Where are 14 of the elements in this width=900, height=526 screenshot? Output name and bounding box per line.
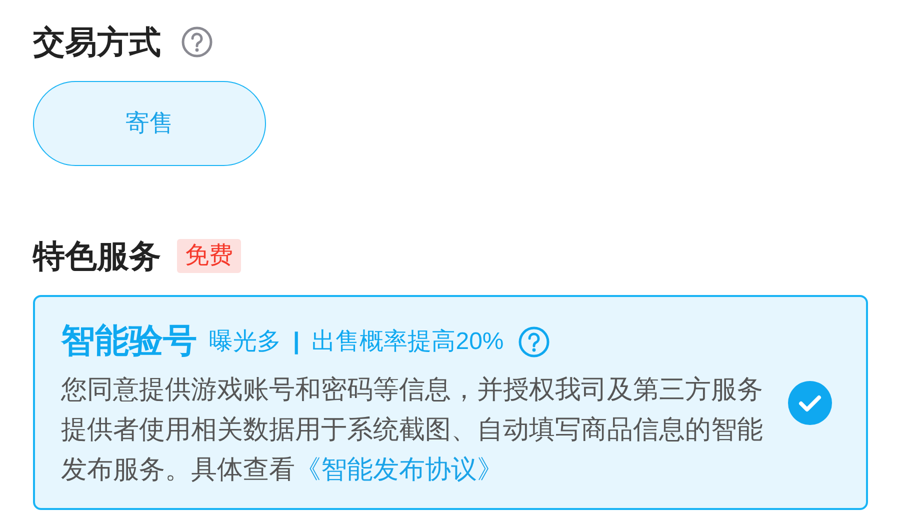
help-icon[interactable] [181,26,213,58]
section-title: 交易方式 [33,23,161,62]
service-card[interactable]: 智能验号 曝光多 | 出售概率提高20% 您同意提供游戏账号和密码等信息，并授权我司及第三方服务提供者使用相关数据用于系统截图、自动填写商品信息的智能发布服务。具体查看《智能发布协议》 [33,295,868,510]
agreement-link[interactable]: 《智能发布协议》 [295,454,503,484]
free-badge: 免费 [177,239,241,273]
service-description: 您同意提供游戏账号和密码等信息，并授权我司及第三方服务提供者使用相关数据用于系统截图、自动填写商品信息的智能发布服务。具体查看《智能发布协议》 [61,372,764,486]
help-icon[interactable] [518,326,550,358]
service-tag: 出售概率提高20% [312,324,504,360]
service-name: 智能验号 [61,321,197,362]
option-button[interactable]: 寄售 [33,81,266,166]
service-tag: 曝光多 [209,324,281,360]
separator: | [293,326,300,356]
checkmark-icon[interactable] [788,380,832,424]
section-title: 特色服务 [33,237,161,276]
